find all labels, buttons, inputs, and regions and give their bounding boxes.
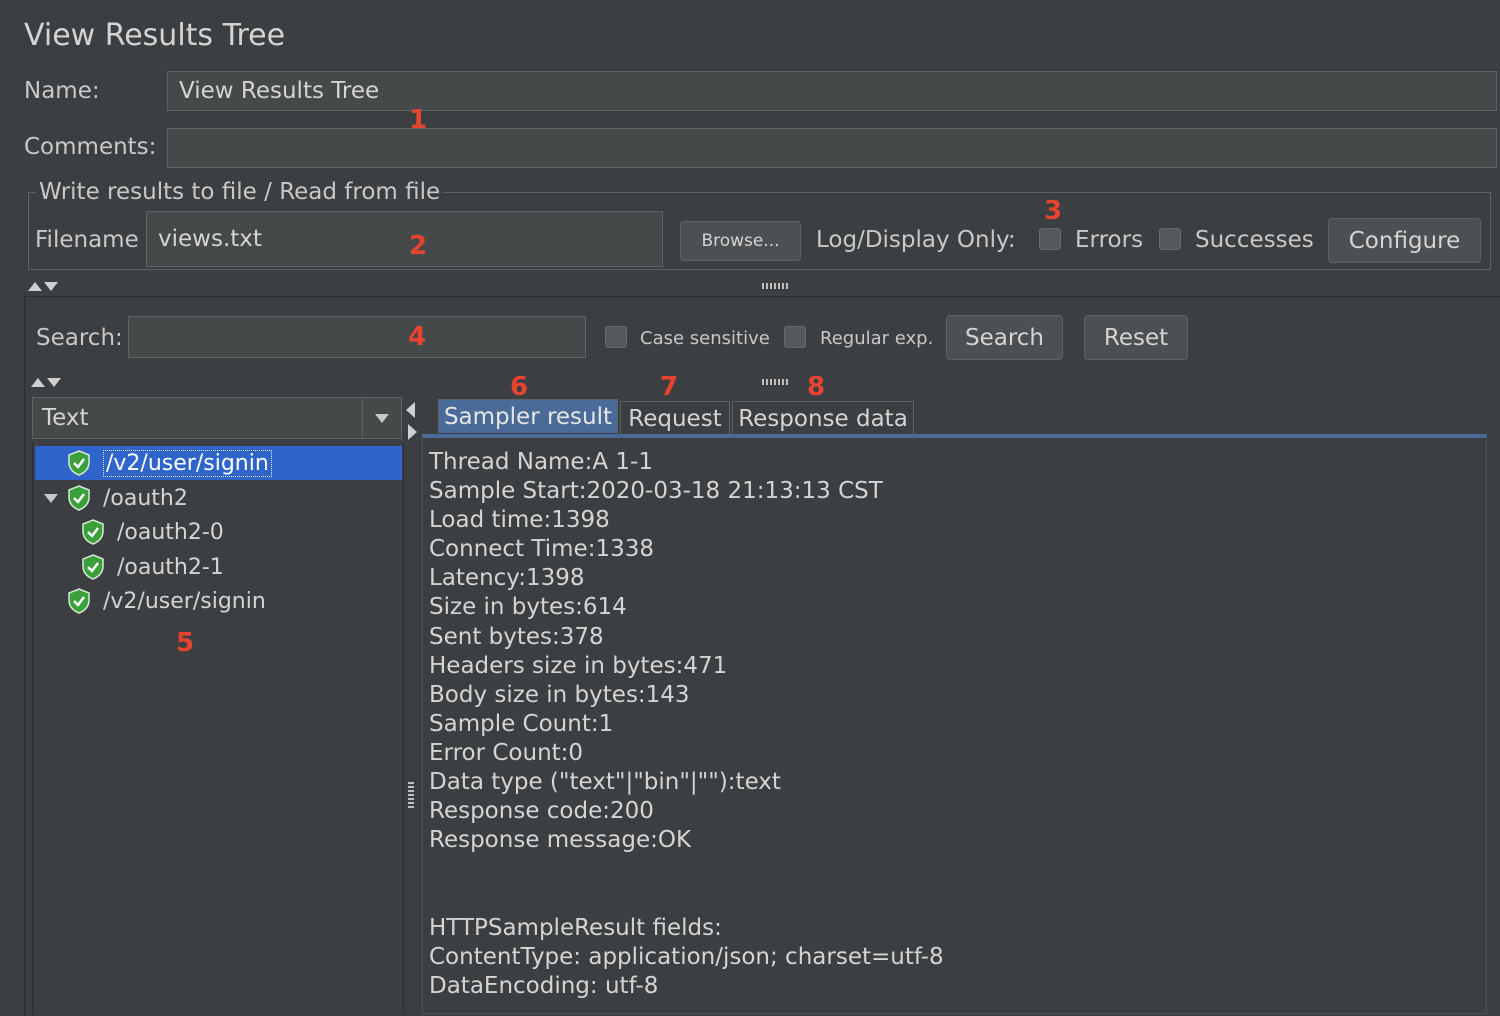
tab-response-data[interactable]: Response data	[732, 401, 914, 435]
regular-exp-checkbox[interactable]	[784, 326, 806, 348]
file-panel-legend: Write results to file / Read from file	[36, 179, 444, 205]
success-shield-icon	[68, 588, 90, 614]
tree-item[interactable]: /oauth2-0	[81, 515, 224, 549]
detail-line: Load time:1398	[429, 507, 610, 534]
renderer-select-value: Text	[42, 405, 89, 431]
splitter-collapse-arrows-2[interactable]	[31, 378, 61, 387]
detail-line: Latency:1398	[429, 565, 585, 592]
successes-label: Successes	[1195, 227, 1314, 253]
expand-toggle-icon[interactable]	[35, 493, 67, 503]
comments-label: Comments:	[24, 134, 157, 160]
annotation-number: 6	[510, 372, 529, 402]
success-shield-icon	[68, 450, 90, 476]
browse-button[interactable]: Browse...	[680, 221, 801, 261]
tab-request[interactable]: Request	[620, 401, 730, 435]
tree-item-label: /oauth2-1	[117, 554, 224, 580]
detail-line: Sample Count:1	[429, 710, 614, 737]
case-sensitive-label: Case sensitive	[640, 328, 770, 349]
comments-input[interactable]	[167, 128, 1497, 168]
detail-line: Sent bytes:378	[429, 623, 604, 650]
tab-sampler-result[interactable]: Sampler result	[438, 399, 618, 433]
detail-line: Data type ("text"|"bin"|""):text	[429, 769, 781, 796]
splitter-grip-icon[interactable]	[762, 379, 788, 385]
case-sensitive-checkbox[interactable]	[605, 326, 627, 348]
annotation-number: 5	[176, 628, 195, 658]
splitter-grip-icon[interactable]	[762, 283, 788, 289]
annotation-number: 7	[660, 372, 679, 402]
successes-checkbox[interactable]	[1159, 228, 1181, 250]
collapse-down-icon[interactable]	[47, 378, 61, 387]
annotation-number: 4	[408, 322, 427, 352]
success-shield-icon	[68, 485, 90, 511]
detail-line: Body size in bytes:143	[429, 681, 690, 708]
sampler-result-text: Thread Name:A 1-1 Sample Start:2020-03-1…	[429, 448, 944, 1001]
splitter-collapse-arrows[interactable]	[28, 282, 58, 291]
tree-item[interactable]: /oauth2-1	[81, 550, 224, 584]
detail-line: Connect Time:1338	[429, 536, 654, 563]
tree-item[interactable]: /oauth2	[35, 481, 188, 515]
detail-line	[429, 855, 944, 884]
detail-line: DataEncoding: utf-8	[429, 972, 659, 999]
annotation-number: 8	[807, 372, 826, 402]
sampler-result-panel: Thread Name:A 1-1 Sample Start:2020-03-1…	[422, 434, 1487, 1014]
filename-label: Filename	[35, 227, 139, 253]
detail-line: Headers size in bytes:471	[429, 652, 728, 679]
detail-line: Thread Name:A 1-1	[429, 449, 653, 475]
filename-input[interactable]: views.txt	[146, 211, 663, 267]
detail-line: Response code:200	[429, 798, 654, 825]
name-input[interactable]: View Results Tree	[167, 71, 1497, 111]
collapse-down-icon[interactable]	[44, 282, 58, 291]
collapse-left-icon[interactable]	[406, 402, 415, 418]
filename-input-value: views.txt	[158, 226, 262, 252]
results-tree: /v2/user/signin /oauth2 /oauth2-0 /oauth…	[32, 442, 404, 1014]
detail-line: Error Count:0	[429, 739, 584, 766]
tree-item[interactable]: /v2/user/signin	[67, 584, 266, 618]
search-input[interactable]	[128, 316, 586, 358]
tree-item-label: /oauth2-0	[117, 519, 224, 545]
detail-line: Response message:OK	[429, 827, 692, 854]
annotation-number: 2	[409, 231, 428, 261]
name-input-value: View Results Tree	[179, 78, 380, 104]
tree-item-label: /v2/user/signin	[103, 449, 272, 477]
success-shield-icon	[82, 554, 104, 580]
page-title: View Results Tree	[24, 18, 286, 53]
collapse-right-icon[interactable]	[408, 424, 417, 440]
collapse-up-icon[interactable]	[31, 378, 45, 387]
name-label: Name:	[24, 78, 100, 104]
renderer-select[interactable]: Text	[32, 397, 402, 439]
log-display-only-label: Log/Display Only:	[816, 227, 1016, 253]
detail-line	[429, 884, 944, 913]
detail-line: HTTPSampleResult fields:	[429, 914, 722, 941]
errors-checkbox[interactable]	[1039, 228, 1061, 250]
success-shield-icon	[82, 519, 104, 545]
tree-item[interactable]: /v2/user/signin	[35, 446, 402, 480]
configure-button[interactable]: Configure	[1328, 218, 1481, 263]
errors-label: Errors	[1075, 227, 1144, 253]
annotation-number: 1	[409, 105, 428, 135]
search-button[interactable]: Search	[946, 315, 1063, 360]
vertical-splitter-grip-icon[interactable]	[408, 782, 414, 808]
search-label: Search:	[36, 325, 123, 351]
chevron-down-icon[interactable]	[362, 398, 401, 438]
annotation-number: 3	[1044, 196, 1063, 226]
detail-line: Sample Start:2020-03-18 21:13:13 CST	[429, 478, 883, 505]
detail-line: Size in bytes:614	[429, 594, 627, 621]
tree-item-label: /oauth2	[103, 485, 188, 511]
reset-button[interactable]: Reset	[1084, 315, 1188, 360]
collapse-up-icon[interactable]	[28, 282, 42, 291]
detail-line: ContentType: application/json; charset=u…	[429, 943, 944, 970]
tree-item-label: /v2/user/signin	[103, 588, 266, 614]
regular-exp-label: Regular exp.	[820, 328, 934, 349]
